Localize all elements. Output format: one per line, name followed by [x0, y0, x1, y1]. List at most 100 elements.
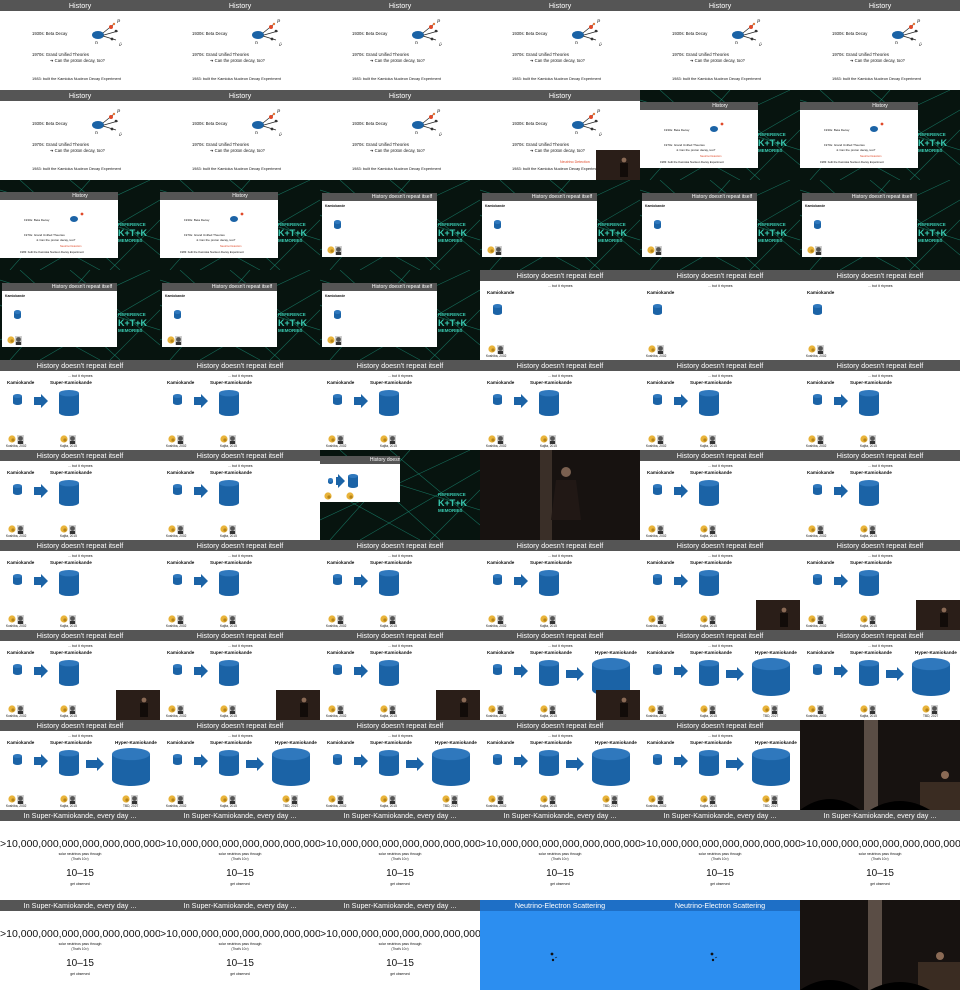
speaker-inset-video	[756, 600, 800, 630]
slide-title-bar: In Super-Kamiokande, every day ...	[320, 810, 480, 821]
text-gut: 1970s: Grand Unified Theories	[512, 142, 569, 147]
svg-text:p: p	[597, 108, 601, 114]
detector-diagram	[808, 304, 824, 354]
text-kamioka_1983: 1983: built the Kamioka Nucleon Decay Ex…	[512, 76, 601, 81]
text-ten_fifteen: 10–15	[386, 958, 414, 969]
text-kamioka_1983: 1983: built the Kamioka Nucleon Decay Ex…	[352, 76, 441, 81]
talk-logo: REFERENCE K+T+K MEMORIES	[278, 222, 318, 244]
text-solar_sub2: (That's 10²²)	[551, 857, 569, 861]
svg-text:p: p	[117, 108, 121, 114]
text-proton_q: ➔ Can the proton decay, too?	[50, 58, 105, 63]
video-frame-28: History doesn't repeat itself... but it …	[640, 360, 800, 450]
text-kamioka_1983: 1983: built the Kamioka Nucleon Decay Ex…	[192, 166, 281, 171]
speaker-video	[116, 690, 160, 720]
video-frame-29: History doesn't repeat itself... but it …	[800, 360, 960, 450]
projected-slide: History 1930s: Beta Decay 1970s: Grand Uni…	[160, 192, 278, 258]
svg-text:n: n	[895, 41, 898, 46]
video-frame-33	[480, 450, 640, 540]
text-gut: 1970s: Grand Unified Theories	[672, 52, 729, 57]
slide-title-bar: In Super-Kamiokande, every day ...	[640, 810, 800, 821]
text-ten_fifteen: 10–15	[866, 868, 894, 879]
video-frame-11: REFERENCE K+T+K MEMORIES History 1930s: Beta…	[800, 90, 960, 180]
video-frame-10: REFERENCE K+T+K MEMORIES History 1930s: Beta…	[640, 90, 800, 180]
video-frame-24: History doesn't repeat itself... but it …	[0, 360, 160, 450]
text-get_observed: get observed	[390, 882, 410, 886]
talk-logo-line: MEMORIES	[438, 508, 463, 513]
beta-decay-diagram	[230, 212, 244, 222]
text-gut: 1970s: Grand Unified Theories	[352, 142, 409, 147]
text-gut: 1970s: Grand Unified Theories	[832, 52, 889, 57]
talk-logo: REFERENCE K+T+K MEMORIES	[438, 222, 478, 244]
video-frame-31: History doesn't repeat itself... but it …	[160, 450, 320, 540]
detector-diagram	[488, 570, 559, 624]
video-frame-2: History 1930s: Beta Decay p n ν̄ 1970s: Grand…	[320, 0, 480, 90]
detector-diagram	[328, 748, 470, 804]
video-frame-8: History 1930s: Beta Decay p n ν̄ 1970s: Grand…	[320, 90, 480, 180]
scattering-diagram	[550, 952, 558, 962]
text-solar_sub: solar neutrinos pass through	[378, 852, 422, 856]
talk-logo-line: K+T+K	[438, 228, 468, 238]
speaker-video	[756, 600, 800, 630]
detector-diagram	[648, 658, 790, 714]
svg-text:ν̄: ν̄	[439, 132, 442, 138]
speaker-video	[276, 690, 320, 720]
svg-text:ν̄: ν̄	[279, 132, 282, 138]
talk-logo-line: K+T+K	[118, 228, 148, 238]
talk-logo: REFERENCE K+T+K MEMORIES	[278, 312, 318, 334]
video-frame-46: History doesn't repeat itself... but it …	[640, 630, 800, 720]
text-gut: 1970s: Grand Unified Theories	[192, 52, 249, 57]
talk-logo-line: MEMORIES	[118, 328, 143, 333]
video-frame-6: History 1930s: Beta Decay p n ν̄ 1970s: Grand…	[0, 90, 160, 180]
speaker-video	[596, 150, 640, 180]
video-frame-32: REFERENCEK+T+KMEMORIES History doesn't re…	[320, 450, 480, 540]
text-proton_q: ➔ Can the proton decay, too?	[370, 58, 425, 63]
detector-diagram	[487, 220, 502, 255]
video-frame-49: History doesn't repeat itself... but it …	[160, 720, 320, 810]
speaker-video	[800, 900, 960, 990]
video-frame-42: History doesn't repeat itself... but it …	[0, 630, 160, 720]
text-big_number: >10,000,000,000,000,000,000,000	[0, 838, 160, 850]
svg-text:n: n	[255, 41, 258, 46]
talk-logo-line: MEMORIES	[438, 328, 463, 333]
svg-text:p: p	[597, 18, 601, 24]
video-frame-17: REFERENCE K+T+K MEMORIES History doesn't re…	[800, 180, 960, 270]
text-get_observed: get observed	[710, 882, 730, 886]
speaker-video	[916, 600, 960, 630]
text-big_number: >10,000,000,000,000,000,000,000	[800, 838, 960, 850]
video-frame-36: History doesn't repeat itself... but it …	[0, 540, 160, 630]
svg-text:p: p	[277, 108, 281, 114]
projected-slide: History 1930s: Beta Decay 1970s: Grand Uni…	[0, 192, 118, 258]
svg-text:n: n	[95, 41, 98, 46]
text-solar_sub: solar neutrinos pass through	[58, 942, 102, 946]
text-get_observed: get observed	[230, 882, 250, 886]
video-frame-44: History doesn't repeat itself... but it …	[320, 630, 480, 720]
detector-diagram	[8, 570, 79, 624]
projected-slide: History 1930s: Beta Decay 1970s: Grand Uni…	[640, 102, 758, 168]
video-frame-27: History doesn't repeat itself... but it …	[480, 360, 640, 450]
video-frame-51: History doesn't repeat itself... but it …	[480, 720, 640, 810]
video-frame-25: History doesn't repeat itself... but it …	[160, 360, 320, 450]
text-solar_sub2: (That's 10²²)	[391, 947, 409, 951]
text-kamioka_1983: 1983: built the Kamioka Nucleon Decay Ex…	[192, 76, 281, 81]
video-frame-38: History doesn't repeat itself... but it …	[320, 540, 480, 630]
text-get_observed: get observed	[70, 882, 90, 886]
text-proton_q: ➔ Can the proton decay, too?	[530, 58, 585, 63]
text-solar_sub: solar neutrinos pass through	[58, 852, 102, 856]
video-frame-4: History 1930s: Beta Decay p n ν̄ 1970s: Grand…	[640, 0, 800, 90]
video-frame-15: REFERENCE K+T+K MEMORIES History doesn't re…	[480, 180, 640, 270]
svg-text:n: n	[255, 131, 258, 136]
text-solar_sub: solar neutrinos pass through	[538, 852, 582, 856]
text-solar_sub2: (That's 10²²)	[391, 857, 409, 861]
detector-diagram	[808, 480, 879, 534]
video-frame-40: History doesn't repeat itself... but it …	[640, 540, 800, 630]
detector-diagram	[168, 390, 239, 444]
detector-diagram	[648, 480, 719, 534]
text-kamioka_1983: 1983: built the Kamioka Nucleon Decay Ex…	[352, 166, 441, 171]
slide-title-bar: In Super-Kamiokande, every day ...	[480, 810, 640, 821]
talk-logo-line: MEMORIES	[918, 238, 943, 243]
svg-text:ν̄: ν̄	[119, 42, 122, 48]
text-ten_fifteen: 10–15	[66, 958, 94, 969]
text-ten_fifteen: 10–15	[226, 868, 254, 879]
talk-logo-line: K+T+K	[438, 318, 468, 328]
speaker-inset-video	[436, 690, 480, 720]
